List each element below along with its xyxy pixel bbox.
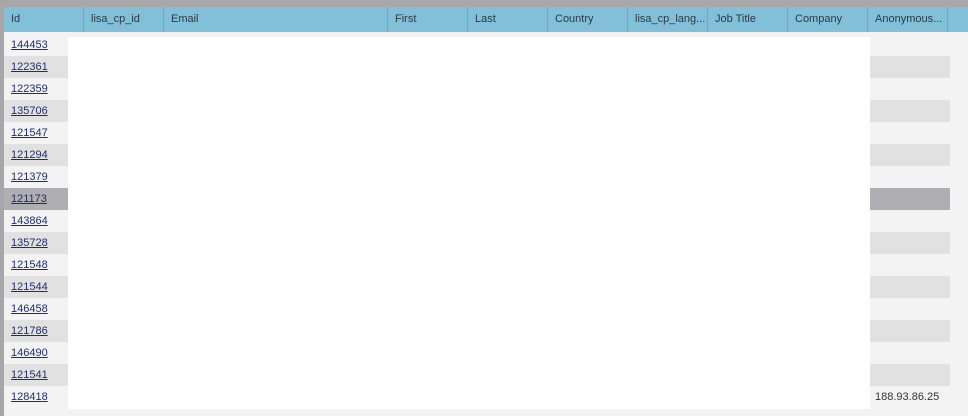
record-id-link[interactable]: 121544 bbox=[11, 276, 48, 298]
column-header-first[interactable]: First bbox=[388, 7, 468, 32]
record-id-link[interactable]: 144453 bbox=[11, 34, 48, 56]
column-header-id[interactable]: Id bbox=[4, 7, 84, 32]
record-id-link[interactable]: 146490 bbox=[11, 342, 48, 364]
record-id-link[interactable]: 146458 bbox=[11, 298, 48, 320]
column-header-company[interactable]: Company bbox=[788, 7, 868, 32]
record-id-link[interactable]: 135728 bbox=[11, 232, 48, 254]
record-id-link[interactable]: 121379 bbox=[11, 166, 48, 188]
record-id-link[interactable]: 143864 bbox=[11, 210, 48, 232]
record-id-link[interactable]: 121541 bbox=[11, 364, 48, 386]
column-header-job-title[interactable]: Job Title bbox=[708, 7, 788, 32]
record-id-link[interactable]: 135706 bbox=[11, 100, 48, 122]
record-id-link[interactable]: 121294 bbox=[11, 144, 48, 166]
data-grid: Id lisa_cp_id Email First Last Country l… bbox=[4, 7, 968, 416]
grid-header: Id lisa_cp_id Email First Last Country l… bbox=[4, 7, 968, 32]
anonymous-ip-cell: 188.93.86.25 bbox=[875, 391, 940, 403]
column-header-country[interactable]: Country bbox=[548, 7, 628, 32]
record-id-link[interactable]: 128418 bbox=[11, 386, 48, 408]
column-header-lisa-cp-lang[interactable]: lisa_cp_lang... bbox=[628, 7, 708, 32]
grid-right-gutter bbox=[950, 34, 968, 416]
record-id-link[interactable]: 122359 bbox=[11, 78, 48, 100]
record-id-link[interactable]: 121173 bbox=[11, 188, 47, 210]
record-id-link[interactable]: 121786 bbox=[11, 320, 48, 342]
record-id-link[interactable]: 122361 bbox=[11, 56, 48, 78]
blank-content-area bbox=[68, 37, 870, 409]
column-header-email[interactable]: Email bbox=[164, 7, 388, 32]
column-header-anonymous[interactable]: Anonymous... bbox=[868, 7, 948, 32]
column-header-lisa-cp-id[interactable]: lisa_cp_id bbox=[84, 7, 164, 32]
record-id-link[interactable]: 121547 bbox=[11, 122, 48, 144]
record-id-link[interactable]: 121548 bbox=[11, 254, 48, 276]
column-header-last[interactable]: Last bbox=[468, 7, 548, 32]
